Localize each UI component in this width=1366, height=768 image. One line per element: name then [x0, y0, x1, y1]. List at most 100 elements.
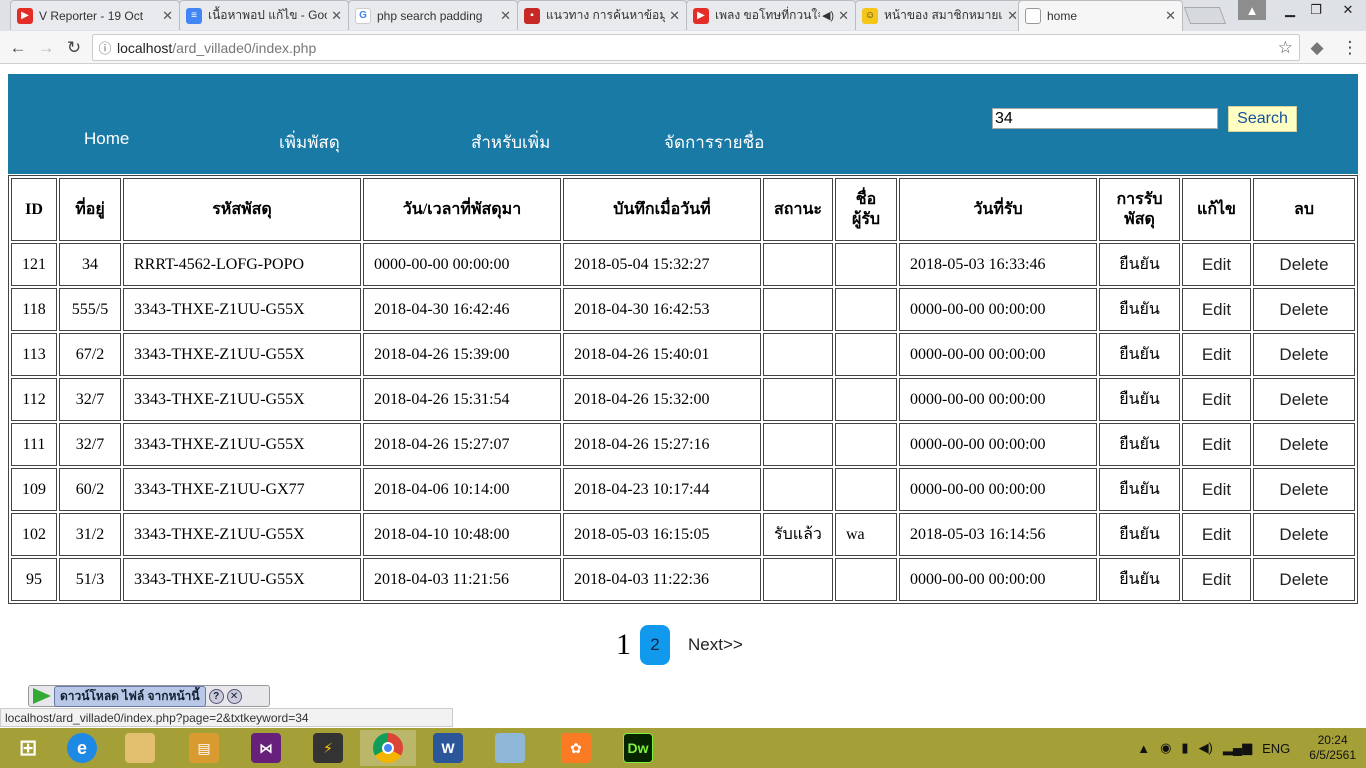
cell-recorded-at: 2018-05-03 16:15:05: [563, 513, 761, 556]
tab-v-reporter[interactable]: ▶ V Reporter - 19 Oct ✕: [10, 0, 180, 30]
edit-link[interactable]: Edit: [1182, 333, 1251, 376]
address-bar[interactable]: ⓘ localhost/ard_villade0/index.php ☆: [92, 34, 1300, 61]
nav-home[interactable]: Home: [84, 129, 129, 149]
cell-arrived-at: 2018-04-26 15:27:07: [363, 423, 561, 466]
notes-icon[interactable]: ▤: [176, 730, 232, 766]
close-icon[interactable]: ✕: [838, 8, 849, 24]
close-icon[interactable]: ✕: [331, 8, 342, 24]
edit-link[interactable]: Edit: [1182, 378, 1251, 421]
nav-for-add[interactable]: สำหรับเพิ่ม: [471, 129, 550, 156]
cell-received-at: 0000-00-00 00:00:00: [899, 378, 1097, 421]
confirm-link[interactable]: ยืนยัน: [1099, 288, 1180, 331]
close-icon[interactable]: ✕: [1165, 8, 1176, 24]
table-row: 121 34 RRRT-4562-LOFG-POPO 0000-00-00 00…: [11, 243, 1355, 286]
delete-link[interactable]: Delete: [1253, 243, 1355, 286]
delete-link[interactable]: Delete: [1253, 558, 1355, 601]
system-tray: ▲ ◉ ▮ ◀) ▂▄▆ ENG 20:24 6/5/2561: [1132, 728, 1366, 768]
cell-id: 118: [11, 288, 57, 331]
notepad-icon[interactable]: [482, 730, 538, 766]
bookmark-star-icon[interactable]: ☆: [1278, 38, 1293, 58]
close-icon[interactable]: ✕: [226, 688, 242, 704]
visual-studio-icon[interactable]: ⋈: [238, 730, 294, 766]
delete-link[interactable]: Delete: [1253, 333, 1355, 376]
cell-address: 67/2: [59, 333, 121, 376]
cell-received-at: 0000-00-00 00:00:00: [899, 423, 1097, 466]
tab-google-docs[interactable]: ≡ เนื้อหาพอป แก้ไข - Goo ✕: [179, 0, 349, 30]
edit-link[interactable]: Edit: [1182, 423, 1251, 466]
search-input[interactable]: [992, 108, 1218, 129]
confirm-link[interactable]: ยืนยัน: [1099, 378, 1180, 421]
network-globe-icon[interactable]: ◉: [1160, 740, 1171, 756]
delete-link[interactable]: Delete: [1253, 468, 1355, 511]
search-button[interactable]: Search: [1228, 106, 1297, 132]
delete-link[interactable]: Delete: [1253, 513, 1355, 556]
tab-member-page[interactable]: ☺ หน้าของ สมาชิกหมายเ ✕: [855, 0, 1025, 30]
chrome-icon[interactable]: [360, 730, 416, 766]
file-explorer-icon[interactable]: [112, 730, 168, 766]
confirm-link[interactable]: ยืนยัน: [1099, 468, 1180, 511]
cell-parcel-code: 3343-THXE-Z1UU-G55X: [123, 378, 361, 421]
minimize-icon[interactable]: ▁: [1276, 0, 1304, 20]
word-icon[interactable]: W: [420, 730, 476, 766]
internet-explorer-icon[interactable]: e: [54, 730, 110, 766]
windows-start-icon[interactable]: ⊞: [0, 730, 56, 766]
back-icon[interactable]: ←: [6, 36, 30, 60]
confirm-link[interactable]: ยืนยัน: [1099, 333, 1180, 376]
chevron-up-icon[interactable]: ▲: [1137, 741, 1150, 756]
extension-icon[interactable]: ◆: [1305, 36, 1329, 60]
header-received-at: วันที่รับ: [899, 178, 1097, 241]
page-2-link[interactable]: 2: [640, 625, 670, 665]
close-icon[interactable]: ✕: [1007, 8, 1018, 24]
help-icon[interactable]: ?: [208, 688, 224, 704]
reload-icon[interactable]: ↻: [62, 36, 86, 60]
window-close-icon[interactable]: ✕: [1330, 0, 1366, 20]
edit-link[interactable]: Edit: [1182, 288, 1251, 331]
nav-add-parcel[interactable]: เพิ่มพัสดุ: [279, 129, 340, 156]
cell-parcel-code: 3343-THXE-Z1UU-G55X: [123, 288, 361, 331]
speaker-icon[interactable]: ◀): [822, 9, 834, 22]
tab-search-guide[interactable]: ▪ แนวทาง การค้นหาข้อมูล ✕: [517, 0, 687, 30]
confirm-link[interactable]: ยืนยัน: [1099, 558, 1180, 601]
edit-link[interactable]: Edit: [1182, 513, 1251, 556]
table-row: 113 67/2 3343-THXE-Z1UU-G55X 2018-04-26 …: [11, 333, 1355, 376]
info-icon[interactable]: ⓘ: [93, 38, 117, 57]
volume-icon[interactable]: ◀): [1199, 740, 1213, 756]
dreamweaver-icon[interactable]: Dw: [610, 730, 666, 766]
new-tab-button[interactable]: [1183, 7, 1227, 24]
edit-link[interactable]: Edit: [1182, 243, 1251, 286]
tab-song[interactable]: ▶ เพลง ขอโทษที่กวนใจ ◀) ✕: [686, 0, 856, 30]
tab-title: หน้าของ สมาชิกหมายเ: [884, 8, 1003, 22]
forward-icon[interactable]: →: [34, 36, 58, 60]
winamp-icon[interactable]: ⚡: [300, 730, 356, 766]
close-icon[interactable]: ✕: [162, 8, 173, 24]
confirm-link[interactable]: ยืนยัน: [1099, 513, 1180, 556]
profile-icon[interactable]: ▲: [1238, 0, 1266, 20]
battery-icon[interactable]: ▮: [1181, 740, 1188, 756]
cell-arrived-at: 2018-04-03 11:21:56: [363, 558, 561, 601]
confirm-link[interactable]: ยืนยัน: [1099, 423, 1180, 466]
delete-link[interactable]: Delete: [1253, 378, 1355, 421]
taskbar: ⊞ e ▤ ⋈ ⚡ W ✿ Dw ▲ ◉ ▮ ◀) ▂▄▆ ENG 20:24 …: [0, 728, 1366, 768]
menu-icon[interactable]: ⋮: [1338, 36, 1362, 60]
signal-icon[interactable]: ▂▄▆: [1223, 740, 1252, 756]
url-host: localhost: [117, 39, 173, 56]
edit-link[interactable]: Edit: [1182, 558, 1251, 601]
language-indicator[interactable]: ENG: [1262, 741, 1290, 756]
close-icon[interactable]: ✕: [500, 8, 511, 24]
close-icon[interactable]: ✕: [669, 8, 680, 24]
cell-status: [763, 288, 833, 331]
tab-php-search[interactable]: G php search padding ✕: [348, 0, 518, 30]
tab-home[interactable]: home ✕: [1018, 0, 1183, 31]
delete-link[interactable]: Delete: [1253, 288, 1355, 331]
download-button[interactable]: ดาวน์โหลด ไฟล์ จากหน้านี้: [54, 685, 206, 707]
xampp-icon[interactable]: ✿: [548, 730, 604, 766]
cell-receiver: [835, 423, 897, 466]
clock[interactable]: 20:24 6/5/2561: [1309, 733, 1356, 763]
confirm-link[interactable]: ยืนยัน: [1099, 243, 1180, 286]
maximize-icon[interactable]: ❐: [1302, 0, 1330, 20]
cell-parcel-code: 3343-THXE-Z1UU-G55X: [123, 513, 361, 556]
next-page-link[interactable]: Next>>: [688, 635, 743, 655]
edit-link[interactable]: Edit: [1182, 468, 1251, 511]
delete-link[interactable]: Delete: [1253, 423, 1355, 466]
nav-manage-names[interactable]: จัดการรายชื่อ: [664, 129, 764, 156]
